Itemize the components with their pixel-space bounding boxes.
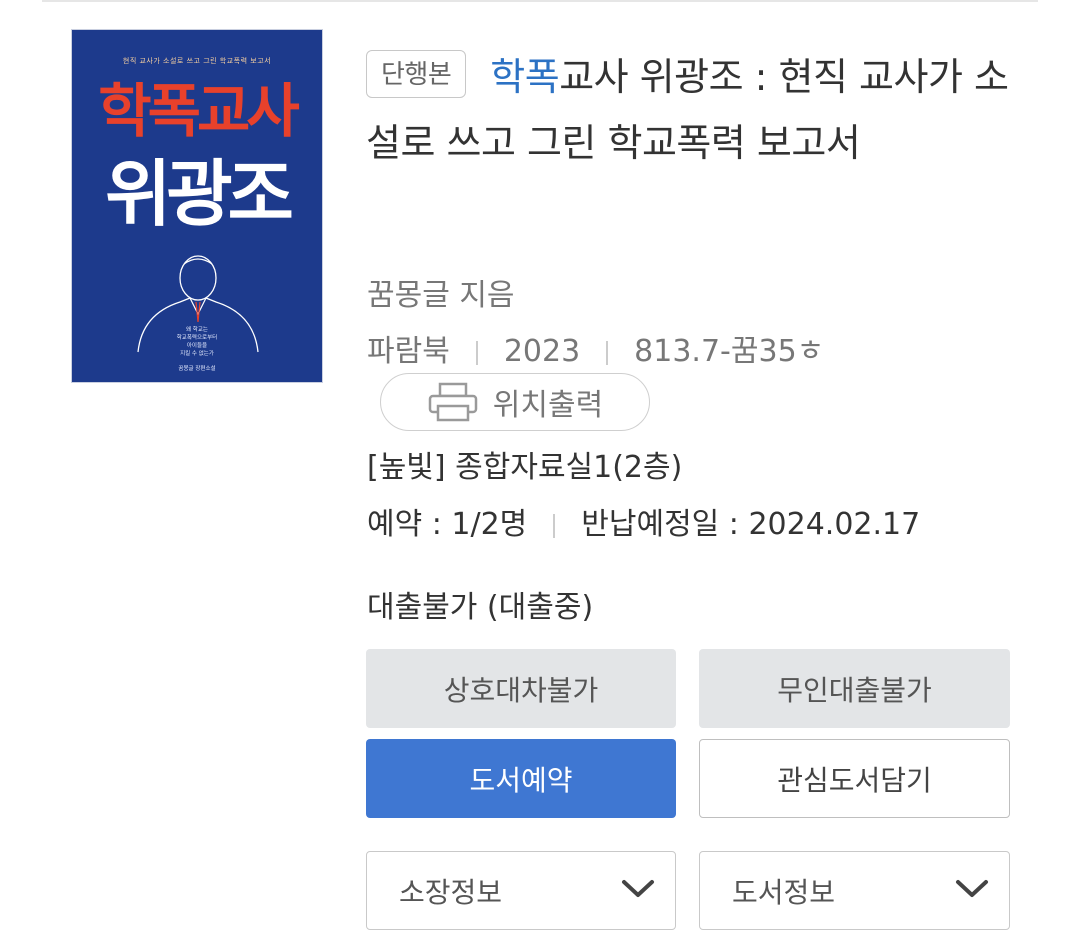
location-print-button[interactable]: 위치출력 bbox=[380, 373, 650, 431]
loan-status: 대출불가 (대출중) bbox=[367, 590, 594, 625]
book-title-block: 단행본 학폭교사 위광조 : 현직 교사가 소설로 쓰고 그린 학교폭력 보고서 bbox=[366, 44, 1016, 176]
cover-title-line2: 위광조 bbox=[105, 152, 294, 236]
chevron-down-icon bbox=[956, 880, 988, 897]
publish-year: 2023 bbox=[503, 334, 581, 369]
book-info-dropdown[interactable]: 도서정보 bbox=[699, 851, 1010, 930]
book-cover[interactable]: 현직 교사가 소설로 쓰고 그린 학교폭력 보고서 학폭교사 위광조 왜 학교는… bbox=[71, 29, 323, 383]
publication-info: 파람북 2023 813.7-꿈35ㅎ bbox=[367, 326, 824, 370]
holdings-info-dropdown[interactable]: 소장정보 bbox=[366, 851, 676, 930]
book-title[interactable]: 단행본 학폭교사 위광조 : 현직 교사가 소설로 쓰고 그린 학교폭력 보고서 bbox=[366, 44, 1016, 176]
cover-author: 꿈몽글 장편소설 bbox=[178, 366, 216, 372]
publisher: 파람북 bbox=[367, 334, 450, 369]
cover-title-line1: 학폭교사 bbox=[98, 77, 299, 145]
call-number: 813.7-꿈35ㅎ bbox=[634, 334, 825, 369]
author-line: 꿈몽글 지음 bbox=[367, 278, 515, 313]
reservation-count: 예약 : 1/2명 bbox=[367, 507, 528, 542]
cover-tagline: 현직 교사가 소설로 쓰고 그린 학교폭력 보고서 bbox=[122, 57, 272, 65]
top-divider bbox=[42, 0, 1038, 2]
book-info-label: 도서정보 bbox=[732, 875, 836, 909]
location-print-label: 위치출력 bbox=[492, 388, 604, 423]
printer-icon bbox=[428, 382, 478, 422]
holdings-info-label: 소장정보 bbox=[399, 875, 503, 909]
divider bbox=[553, 513, 556, 538]
reserve-book-button[interactable]: 도서예약 bbox=[366, 739, 676, 818]
chevron-down-icon bbox=[622, 880, 654, 897]
holding-room: [높빛] 종합자료실1(2층) bbox=[367, 450, 683, 485]
unmanned-loan-button[interactable]: 무인대출불가 bbox=[699, 649, 1010, 728]
due-date: 반납예정일 : 2024.02.17 bbox=[581, 507, 921, 542]
interlibrary-loan-button[interactable]: 상호대차불가 bbox=[366, 649, 676, 728]
title-highlight: 학폭 bbox=[490, 55, 560, 99]
divider bbox=[475, 340, 478, 365]
format-badge: 단행본 bbox=[366, 50, 467, 98]
cover-blurb: 왜 학교는 학교폭력으로부터 아이들을 지킬 수 없는가 bbox=[176, 327, 218, 357]
divider bbox=[606, 340, 609, 365]
reservation-row: 예약 : 1/2명 반납예정일 : 2024.02.17 bbox=[367, 499, 920, 543]
add-to-wishlist-button[interactable]: 관심도서담기 bbox=[699, 739, 1010, 818]
